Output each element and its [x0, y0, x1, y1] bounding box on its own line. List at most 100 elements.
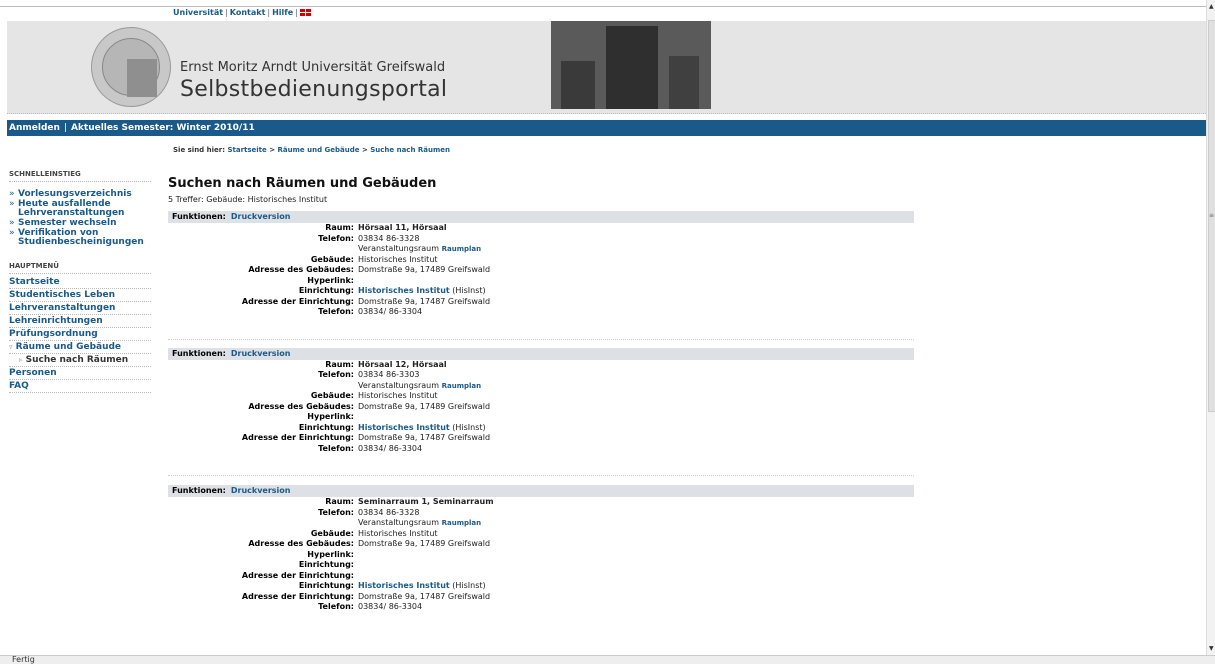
label: Adresse des Gebäudes:: [248, 265, 354, 274]
value: Historisches Institut (HisInst): [358, 581, 486, 592]
sidebar-item-verifikation[interactable]: Verifikation von Studienbescheinigungen: [9, 229, 151, 247]
current-semester[interactable]: Aktuelles Semester: Winter 2010/11: [71, 123, 255, 133]
main-content: Suchen nach Räumen und Gebäuden 5 Treffe…: [168, 176, 914, 613]
label: Telefon:: [318, 370, 354, 379]
print-version-link[interactable]: Druckversion: [231, 349, 291, 358]
sidebar-item-label: Suche nach Räumen: [25, 355, 129, 365]
main-navbar: Anmelden | Aktuelles Semester: Winter 2010…: [7, 120, 1206, 136]
university-seal-logo: [91, 27, 171, 107]
label: Raum:: [325, 223, 354, 232]
separator: |: [225, 8, 228, 17]
scroll-grip-icon: ≡: [1209, 212, 1215, 219]
label: Gebäude:: [310, 254, 354, 264]
label: Hyperlink:: [307, 275, 354, 285]
link-universitaet[interactable]: Universität: [173, 8, 223, 17]
row-adresse-einrichtung: Adresse der Einrichtung: Domstraße 9a, 17…: [168, 433, 914, 444]
sidebar-item-studentisches-leben[interactable]: Studentisches Leben: [9, 289, 151, 302]
sidebar-item-lehrveranstaltungen[interactable]: Lehrveranstaltungen: [9, 302, 151, 315]
university-name: Ernst Moritz Arndt Universität Greifswal…: [180, 60, 446, 75]
raumplan-link[interactable]: Raumplan: [442, 245, 482, 253]
value: Domstraße 9a, 17489 Greifswald: [358, 265, 491, 274]
sidebar-item-label: Räume und Gebäude: [15, 342, 122, 352]
value: Domstraße 9a, 17487 Greifswald: [358, 433, 491, 442]
label: Adresse des Gebäudes:: [248, 401, 354, 411]
value: 03834 86-3303: [358, 370, 420, 379]
breadcrumb-prefix: Sie sind hier:: [173, 146, 226, 154]
sidebar-item-personen[interactable]: Personen: [9, 367, 151, 380]
value: 03834 86-3328: [358, 233, 420, 243]
functions-label: Funktionen:: [172, 212, 226, 221]
value: Domstraße 9a, 17487 Greifswald: [358, 296, 491, 306]
link-hilfe[interactable]: Hilfe: [272, 8, 293, 17]
sidebar-item-lehreinrichtungen[interactable]: Lehreinrichtungen: [9, 315, 151, 328]
label: Einrichtung:: [298, 581, 354, 590]
sidebar-item-startseite[interactable]: Startseite: [9, 276, 151, 289]
room-link[interactable]: Hörsaal 12, Hörsaal: [358, 360, 447, 371]
institution-abbr: (HisInst): [452, 286, 486, 295]
value: Veranstaltungsraum Raumplan: [358, 244, 481, 255]
breadcrumb-startseite[interactable]: Startseite: [227, 146, 266, 154]
sidebar-item-faq[interactable]: FAQ: [9, 380, 151, 393]
seal-figure: [127, 59, 157, 97]
label: Telefon:: [318, 233, 354, 243]
institution-link[interactable]: Historisches Institut: [358, 286, 450, 295]
site-header: Ernst Moritz Arndt Universität Greifswal…: [7, 21, 1206, 114]
raumplan-link[interactable]: Raumplan: [442, 382, 482, 390]
row-adresse-einrichtung: Adresse der Einrichtung: Domstraße 9a, 17…: [168, 592, 914, 603]
print-version-link[interactable]: Druckversion: [231, 212, 291, 221]
main-menu-heading: HAUPTMENÜ: [9, 262, 151, 274]
label: Telefon:: [318, 602, 354, 611]
header-sculpture-image: [551, 21, 711, 109]
row-gebaeude: Gebäude: Historisches Institut: [168, 391, 914, 402]
value: Domstraße 9a, 17489 Greifswald: [358, 539, 491, 548]
print-version-link[interactable]: Druckversion: [231, 486, 291, 495]
label: Telefon:: [318, 307, 354, 316]
sidebar-item-suche-raeume[interactable]: ▹ Suche nach Räumen: [9, 354, 151, 367]
room-link[interactable]: Hörsaal 11, Hörsaal: [358, 223, 447, 234]
label: Raum:: [325, 497, 354, 506]
login-link[interactable]: Anmelden: [7, 123, 60, 133]
raumplan-link[interactable]: Raumplan: [442, 519, 482, 527]
value: Domstraße 9a, 17487 Greifswald: [358, 591, 491, 601]
value: Historisches Institut: [358, 254, 438, 264]
english-flag-icon[interactable]: [299, 9, 311, 16]
result-rows: Raum: Hörsaal 12, Hörsaal Telefon: 03834 8…: [168, 360, 914, 455]
row-telefon-einrichtung: Telefon: 03834/ 86-3304: [168, 602, 914, 613]
breadcrumb-suche[interactable]: Suche nach Räumen: [370, 146, 450, 154]
institution-link[interactable]: Historisches Institut: [358, 581, 450, 590]
sidebar-item-pruefungsordnung[interactable]: Prüfungsordnung: [9, 328, 151, 341]
room-link[interactable]: Seminarraum 1, Seminarraum: [358, 497, 494, 508]
row-adresse-einrichtung: Adresse der Einrichtung: Domstraße 9a, 17…: [168, 297, 914, 308]
separator: |: [63, 123, 67, 133]
result-block: Funktionen: Druckversion Raum: Hörsaal 11,…: [168, 211, 914, 340]
value: 03834/ 86-3304: [358, 443, 423, 453]
sculpture-part: [669, 56, 699, 109]
label: Einrichtung:: [298, 422, 354, 432]
row-einrichtung: Einrichtung: Historisches Institut (HisIn…: [168, 286, 914, 297]
institution-link[interactable]: Historisches Institut: [358, 423, 450, 432]
scroll-up-icon[interactable]: ▲: [1209, 3, 1214, 10]
row-hyperlink: Hyperlink:: [168, 550, 914, 561]
row-gebaeude: Gebäude: Historisches Institut: [168, 255, 914, 266]
label: Telefon:: [318, 507, 354, 517]
label: Adresse der Einrichtung:: [241, 296, 354, 306]
sidebar: SCHNELLEINSTIEG Vorlesungsverzeichnis He…: [9, 170, 151, 393]
hit-count: 5 Treffer: Gebäude: Historisches Institu…: [168, 195, 328, 204]
sidebar-item-vorlesungsverzeichnis[interactable]: Vorlesungsverzeichnis: [9, 190, 151, 200]
row-raum: Raum: Hörsaal 12, Hörsaal: [168, 360, 914, 371]
scroll-down-icon[interactable]: ▼: [1209, 645, 1214, 652]
row-einrichtung: Einrichtung:: [168, 560, 914, 571]
sidebar-item-raeume[interactable]: ▿ Räume und Gebäude: [9, 341, 151, 354]
label: Adresse der Einrichtung:: [241, 591, 354, 601]
label: Adresse des Gebäudes:: [248, 539, 354, 548]
row-adresse: Adresse des Gebäudes: Domstraße 9a, 17489…: [168, 265, 914, 276]
vertical-scrollbar[interactable]: ▲ ≡ ▼: [1206, 0, 1215, 655]
row-raumtyp: Veranstaltungsraum Raumplan: [168, 244, 914, 255]
value: Historisches Institut: [358, 528, 438, 538]
sidebar-item-ausfallende[interactable]: Heute ausfallende Lehrveranstaltungen: [9, 200, 151, 218]
link-kontakt[interactable]: Kontakt: [230, 8, 266, 17]
functions-label: Funktionen:: [172, 486, 226, 495]
sidebar-item-semester-wechseln[interactable]: Semester wechseln: [9, 219, 151, 229]
functions-bar: Funktionen: Druckversion: [168, 347, 914, 360]
breadcrumb-raeume[interactable]: Räume und Gebäude: [278, 146, 360, 154]
